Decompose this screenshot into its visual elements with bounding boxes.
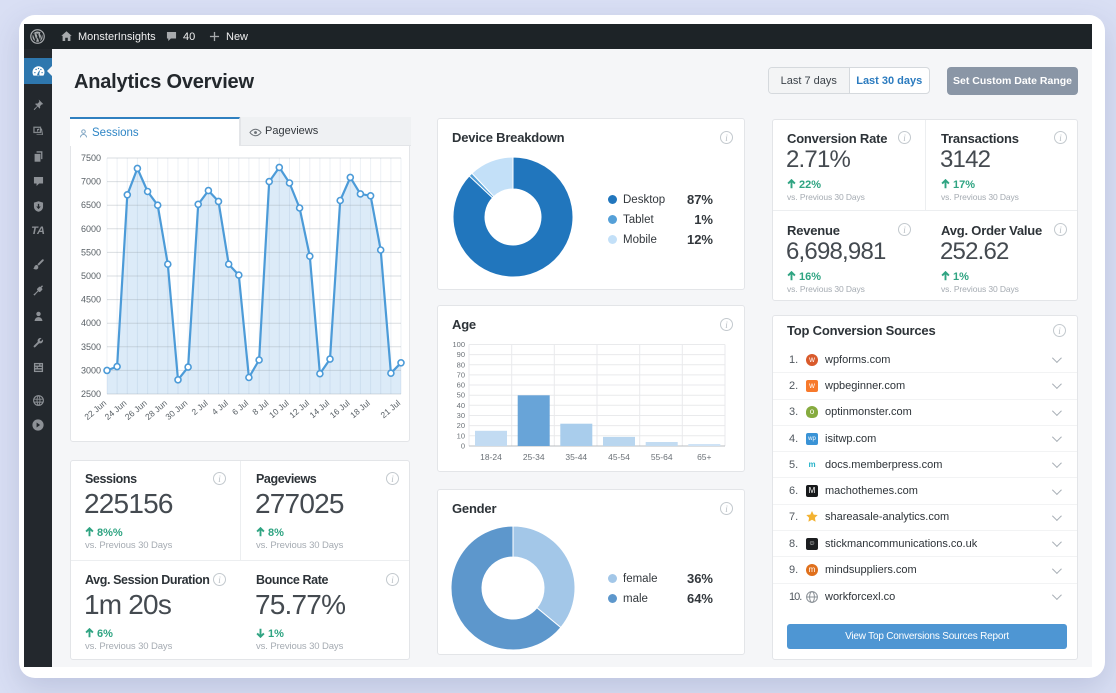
svg-text:2500: 2500 <box>81 389 101 399</box>
svg-text:90: 90 <box>457 350 465 359</box>
svg-text:70: 70 <box>457 370 465 379</box>
svg-text:100: 100 <box>452 340 465 349</box>
svg-text:45-54: 45-54 <box>608 452 630 462</box>
svg-text:7000: 7000 <box>81 177 101 187</box>
svg-text:50: 50 <box>457 391 465 400</box>
svg-text:3500: 3500 <box>81 342 101 352</box>
svg-text:26 Jun: 26 Jun <box>123 398 149 422</box>
svg-text:16 Jul: 16 Jul <box>328 398 352 420</box>
svg-text:2 Jul: 2 Jul <box>189 398 209 417</box>
svg-text:6 Jul: 6 Jul <box>230 398 250 417</box>
svg-text:22 Jun: 22 Jun <box>82 398 108 422</box>
svg-text:55-64: 55-64 <box>651 452 673 462</box>
svg-text:35-44: 35-44 <box>565 452 587 462</box>
svg-text:20: 20 <box>457 421 465 430</box>
svg-text:65+: 65+ <box>697 452 711 462</box>
svg-text:7500: 7500 <box>81 153 101 163</box>
svg-text:18 Jul: 18 Jul <box>348 398 372 420</box>
svg-text:40: 40 <box>457 401 465 410</box>
svg-text:30 Jun: 30 Jun <box>163 398 189 422</box>
svg-text:24 Jun: 24 Jun <box>103 398 129 422</box>
svg-text:4000: 4000 <box>81 318 101 328</box>
svg-text:28 Jun: 28 Jun <box>143 398 169 422</box>
svg-text:4 Jul: 4 Jul <box>210 398 230 417</box>
svg-text:3000: 3000 <box>81 365 101 375</box>
svg-text:10 Jul: 10 Jul <box>267 398 291 420</box>
svg-text:60: 60 <box>457 381 465 390</box>
svg-text:80: 80 <box>457 360 465 369</box>
svg-text:21 Jul: 21 Jul <box>378 398 402 420</box>
svg-text:12 Jul: 12 Jul <box>287 398 311 420</box>
svg-text:6500: 6500 <box>81 200 101 210</box>
svg-text:5500: 5500 <box>81 247 101 257</box>
svg-text:4500: 4500 <box>81 295 101 305</box>
svg-text:5000: 5000 <box>81 271 101 281</box>
svg-text:25-34: 25-34 <box>523 452 545 462</box>
svg-text:18-24: 18-24 <box>480 452 502 462</box>
svg-text:14 Jul: 14 Jul <box>307 398 331 420</box>
svg-text:6000: 6000 <box>81 224 101 234</box>
svg-text:30: 30 <box>457 411 465 420</box>
svg-text:10: 10 <box>457 431 465 440</box>
svg-text:0: 0 <box>461 442 465 451</box>
